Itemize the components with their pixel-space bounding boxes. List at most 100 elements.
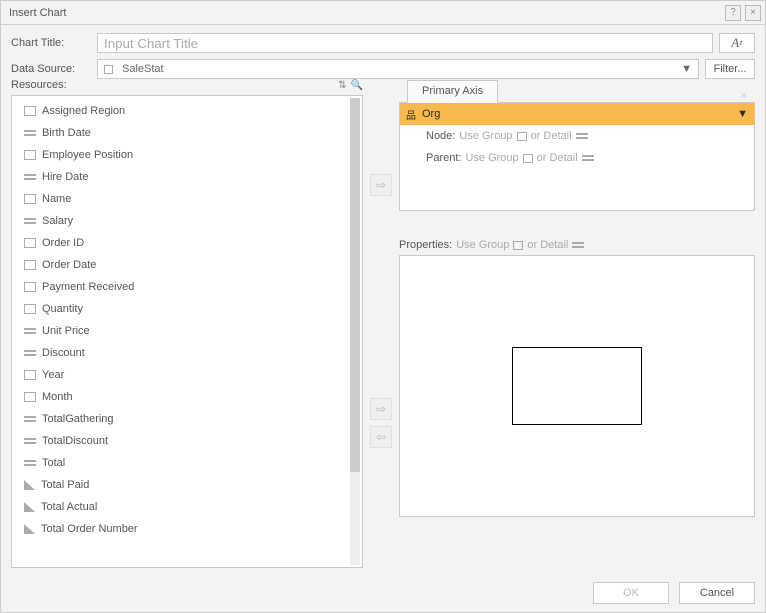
list-item-label: Discount: [42, 347, 85, 359]
datasource-icon: [104, 65, 113, 74]
chevron-down-icon: ▼: [681, 63, 692, 75]
text-icon: [24, 304, 36, 314]
group-icon: [523, 154, 533, 163]
detail-icon: [582, 154, 594, 162]
move-right-button[interactable]: ⇨: [370, 174, 392, 196]
list-item[interactable]: Order ID: [18, 232, 344, 254]
list-item-label: Assigned Region: [42, 105, 125, 117]
node-row[interactable]: Node: Use Group or Detail: [400, 125, 754, 147]
filter-button[interactable]: Filter...: [705, 59, 755, 79]
parent-row[interactable]: Parent: Use Group or Detail: [400, 147, 754, 169]
data-source-combo[interactable]: SaleStat ▼: [97, 59, 699, 79]
list-item-label: Order Date: [42, 259, 96, 271]
list-item-label: Total Order Number: [41, 523, 138, 535]
properties-placeholder-rect: [512, 347, 642, 425]
detail-icon: [572, 241, 584, 249]
list-item-label: Unit Price: [42, 325, 90, 337]
chart-title-input[interactable]: [97, 33, 713, 53]
text-icon: [24, 238, 36, 248]
move-left-button[interactable]: ⇦: [370, 426, 392, 448]
text-icon: [24, 106, 36, 116]
resources-listbox: Assigned Region Birth Date Employee Positi…: [11, 95, 363, 568]
list-item-label: Payment Received: [42, 281, 134, 293]
list-item-label: Name: [42, 193, 71, 205]
list-item[interactable]: Year: [18, 364, 344, 386]
resources-label: Resources:: [11, 79, 67, 91]
titlebar: Insert Chart ? ×: [1, 1, 765, 25]
list-item-label: Employee Position: [42, 149, 133, 161]
close-icon[interactable]: ×: [745, 5, 761, 21]
org-row[interactable]: 品 Org ▼: [400, 103, 754, 125]
list-item-label: TotalGathering: [42, 413, 114, 425]
primary-axis-tabs: Primary Axis ×: [399, 79, 755, 103]
list-item-label: Total: [42, 457, 65, 469]
list-item[interactable]: Payment Received: [18, 276, 344, 298]
help-icon[interactable]: ?: [725, 5, 741, 21]
data-source-value: SaleStat: [122, 63, 164, 75]
list-item[interactable]: Unit Price: [18, 320, 344, 342]
list-item[interactable]: Discount: [18, 342, 344, 364]
detail-icon: [576, 132, 588, 140]
numeric-icon: [24, 436, 36, 446]
list-item[interactable]: Total Order Number: [18, 518, 344, 540]
list-item-label: Month: [42, 391, 73, 403]
list-item[interactable]: Hire Date: [18, 166, 344, 188]
list-item[interactable]: Total Actual: [18, 496, 344, 518]
cancel-button[interactable]: Cancel: [679, 582, 755, 604]
list-item[interactable]: Assigned Region: [18, 100, 344, 122]
tab-primary-axis[interactable]: Primary Axis: [407, 80, 498, 103]
text-icon: [24, 260, 36, 270]
list-item-label: Order ID: [42, 237, 84, 249]
scroll-thumb[interactable]: [350, 98, 360, 472]
chart-title-label: Chart Title:: [11, 37, 91, 49]
numeric-icon: [24, 326, 36, 336]
list-item[interactable]: TotalGathering: [18, 408, 344, 430]
list-item[interactable]: Quantity: [18, 298, 344, 320]
list-item[interactable]: Name: [18, 188, 344, 210]
properties-header: Properties: Use Group or Detail: [399, 239, 755, 255]
dialog-title: Insert Chart: [9, 7, 66, 19]
text-icon: [24, 392, 36, 402]
text-icon: [24, 150, 36, 160]
chevron-down-icon: ▼: [737, 108, 748, 120]
primary-axis-panel: 品 Org ▼ Node: Use Group or Detail Parent…: [399, 103, 755, 211]
numeric-icon: [24, 216, 36, 226]
move-right-button-2[interactable]: ⇨: [370, 398, 392, 420]
list-item[interactable]: Month: [18, 386, 344, 408]
list-item-label: Salary: [42, 215, 73, 227]
font-style-button[interactable]: Az: [719, 33, 755, 53]
list-item-label: Quantity: [42, 303, 83, 315]
ok-button[interactable]: OK: [593, 582, 669, 604]
group-icon: [517, 132, 527, 141]
list-item-label: Year: [42, 369, 64, 381]
calc-icon: [24, 480, 35, 490]
scrollbar[interactable]: [350, 98, 360, 565]
list-item[interactable]: Birth Date: [18, 122, 344, 144]
list-item[interactable]: Total Paid: [18, 474, 344, 496]
text-icon: [24, 282, 36, 292]
group-icon: [513, 241, 523, 250]
text-icon: [24, 370, 36, 380]
search-icon[interactable]: 🔍: [351, 80, 363, 91]
list-item-label: Total Actual: [41, 501, 97, 513]
list-item[interactable]: Salary: [18, 210, 344, 232]
numeric-icon: [24, 172, 36, 182]
insert-chart-dialog: Insert Chart ? × Chart Title: Az Data So…: [0, 0, 766, 613]
calc-icon: [24, 524, 35, 534]
close-tab-icon[interactable]: ×: [741, 90, 747, 102]
org-label: Org: [422, 108, 440, 120]
list-item-label: TotalDiscount: [42, 435, 108, 447]
numeric-icon: [24, 348, 36, 358]
list-item-label: Hire Date: [42, 171, 88, 183]
list-item-label: Birth Date: [42, 127, 91, 139]
list-item[interactable]: Employee Position: [18, 144, 344, 166]
numeric-icon: [24, 128, 36, 138]
list-item[interactable]: Order Date: [18, 254, 344, 276]
text-icon: [24, 194, 36, 204]
sort-icon[interactable]: ⇅: [338, 80, 346, 91]
data-source-label: Data Source:: [11, 63, 91, 75]
properties-panel[interactable]: [399, 255, 755, 517]
list-item[interactable]: TotalDiscount: [18, 430, 344, 452]
list-item-label: Total Paid: [41, 479, 89, 491]
list-item[interactable]: Total: [18, 452, 344, 474]
